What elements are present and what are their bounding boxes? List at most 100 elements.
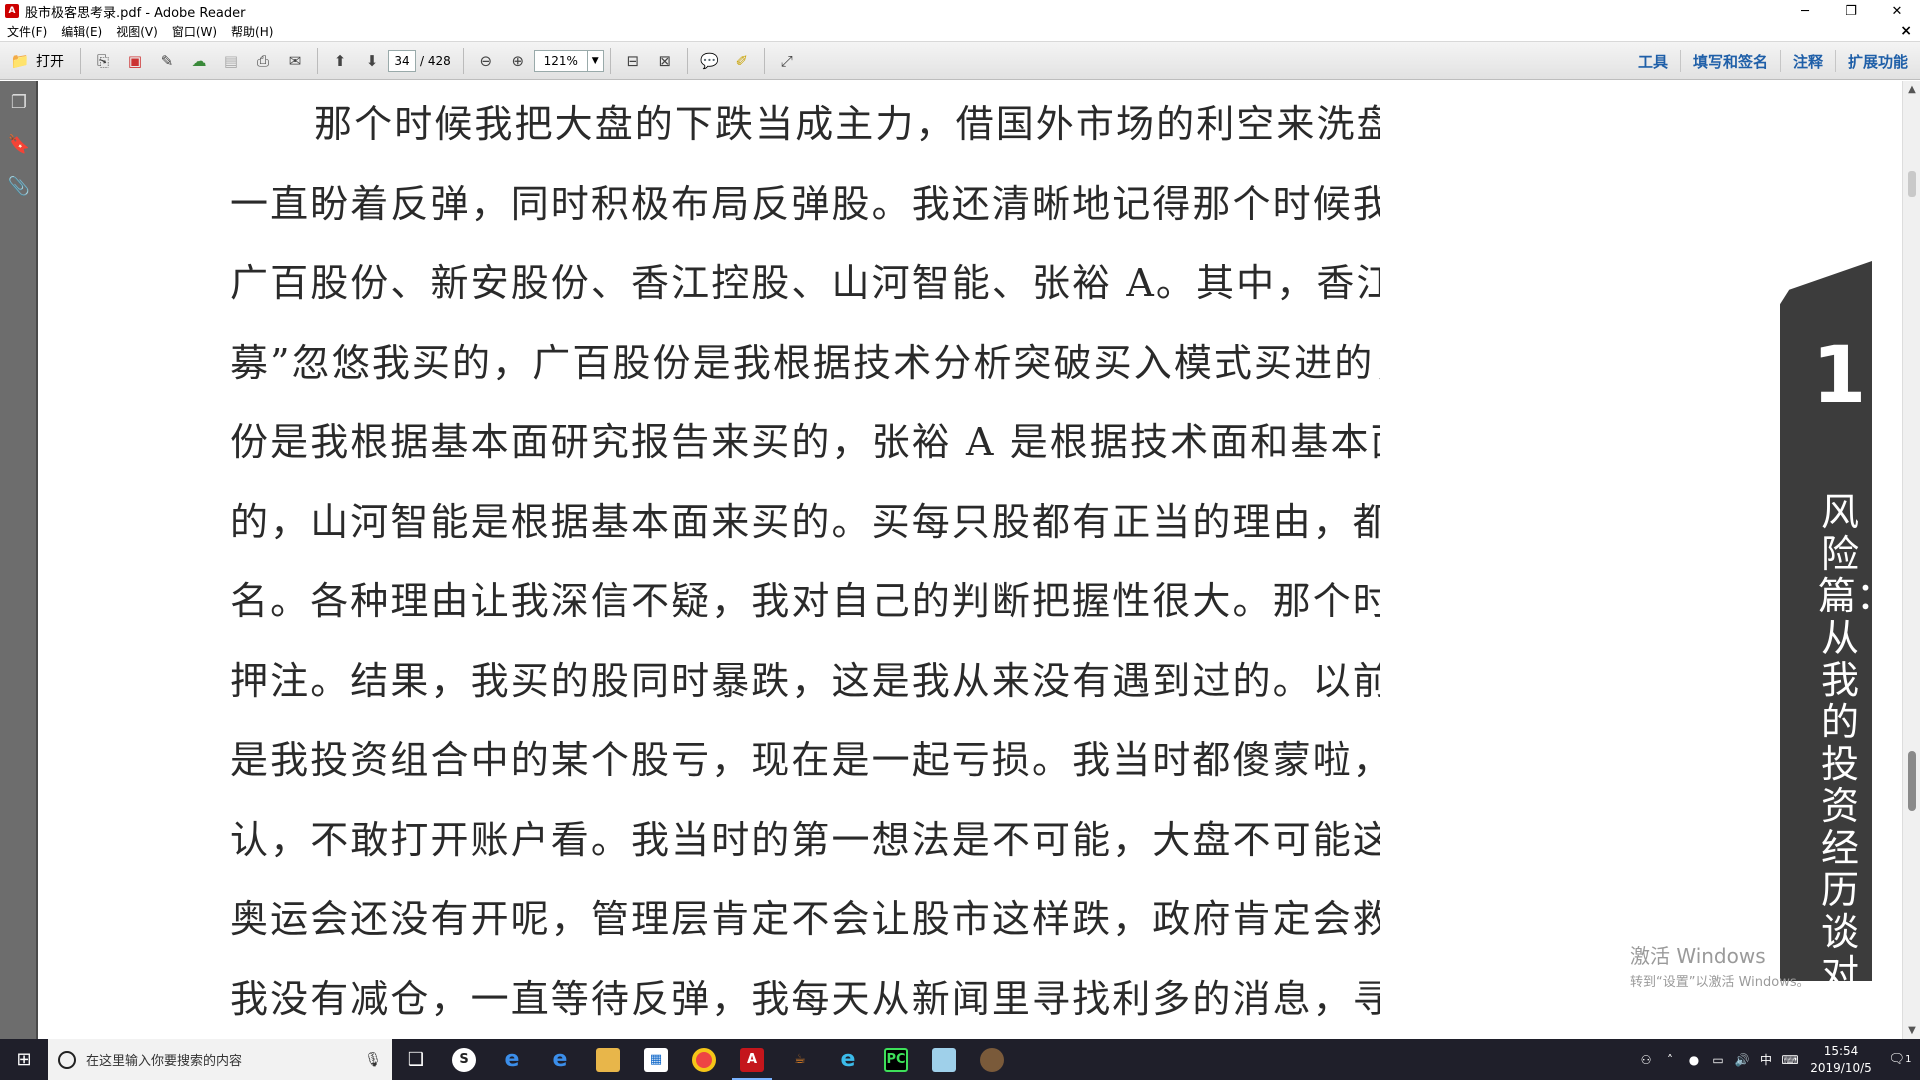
menu-file[interactable]: 文件(F)	[0, 23, 54, 40]
edit-pdf-button[interactable]: ✎	[153, 47, 181, 75]
menu-help[interactable]: 帮助(H)	[224, 23, 280, 40]
taskbar-app-store[interactable]: ▦	[632, 1039, 680, 1080]
text-line: 奥运会还没有开呢，管理层肯定不会让股市这样跌，政府肯定会救市。所以，	[230, 897, 1380, 941]
scroll-thumb[interactable]	[1908, 751, 1916, 811]
tray-app-icon[interactable]: ●	[1682, 1039, 1706, 1080]
taskbar-app-ie[interactable]: e	[488, 1039, 536, 1080]
toolbar: 📁 打开 ⎘ ▣ ✎ ☁ ▤ ⎙ ✉ ⬆ ⬇ 34 / 428 ⊖ ⊕ 121%…	[0, 42, 1920, 80]
fit-page-button[interactable]: ⊟	[619, 47, 647, 75]
fit-page-icon: ⊟	[626, 51, 640, 70]
create-pdf-button[interactable]: ⎘	[89, 47, 117, 75]
separator	[80, 47, 81, 74]
close-document-button[interactable]: ×	[1900, 23, 1912, 39]
scroll-up-icon[interactable]: ▲	[1903, 81, 1920, 98]
comment-link[interactable]: 注释	[1779, 50, 1835, 72]
close-button[interactable]: ✕	[1874, 0, 1920, 22]
taskbar-app-notes[interactable]	[920, 1039, 968, 1080]
restore-button[interactable]: ❐	[1828, 0, 1874, 22]
keyboard-icon[interactable]: ⌨	[1778, 1039, 1802, 1080]
cloud-upload-icon: ☁	[191, 51, 207, 70]
folder-icon	[596, 1047, 620, 1072]
chapter-title: 风险篇：从我的投资经历谈对	[1818, 490, 1895, 996]
fit-width-icon: ⊠	[658, 51, 672, 70]
taskbar-app-pycharm[interactable]: PC	[872, 1039, 920, 1080]
page-number-input[interactable]: 34	[388, 49, 416, 72]
vertical-scrollbar[interactable]: ▲ ▼	[1902, 81, 1920, 1039]
taskbar-app-hub[interactable]: S	[440, 1039, 488, 1080]
menu-window[interactable]: 窗口(W)	[165, 23, 224, 40]
zoom-in-button[interactable]: ⊕	[504, 47, 532, 75]
extended-link[interactable]: 扩展功能	[1834, 50, 1920, 72]
clock[interactable]: 15:54 2019/10/5	[1802, 1043, 1880, 1077]
comment-button[interactable]: 💬	[696, 47, 724, 75]
taskbar-app-adobe-reader[interactable]: A	[728, 1039, 776, 1080]
bookmark-icon[interactable]: 🔖	[0, 123, 38, 165]
taskbar-app-explorer[interactable]	[584, 1039, 632, 1080]
page-thumbnails-icon[interactable]: ❐	[0, 81, 38, 123]
task-view-button[interactable]: ❑	[392, 1039, 440, 1080]
arrow-down-icon: ⬇	[365, 51, 379, 70]
chevron-down-icon[interactable]: ▼	[586, 50, 603, 71]
cortana-icon	[58, 1050, 76, 1069]
plus-circle-icon: ⊕	[511, 51, 525, 70]
volume-icon[interactable]: 🔊	[1730, 1039, 1754, 1080]
pycharm-icon: PC	[884, 1047, 908, 1072]
email-button[interactable]: ✉	[281, 47, 309, 75]
activation-watermark: 激活 Windows 转到“设置”以激活 Windows。	[1630, 940, 1810, 990]
fit-width-button[interactable]: ⊠	[651, 47, 679, 75]
notification-center-button[interactable]: 🗨 1	[1880, 1039, 1920, 1080]
taskbar-app-java[interactable]: ☕	[776, 1039, 824, 1080]
highlight-button[interactable]: ✐	[728, 47, 756, 75]
clock-date: 2019/10/5	[1810, 1060, 1872, 1075]
activation-title: 激活 Windows	[1630, 944, 1766, 968]
pencil-icon: ✎	[160, 51, 174, 70]
search-box[interactable]: 在这里输入你要搜索的内容 🎙	[48, 1039, 392, 1080]
adobe-reader-icon: A	[740, 1047, 764, 1072]
network-icon[interactable]: ▭	[1706, 1039, 1730, 1080]
chevron-up-icon[interactable]: ˄	[1658, 1039, 1682, 1080]
text-line: 我没有减仓，一直等待反弹，我每天从新闻里寻找利多的消息，寻找股市反弹	[230, 976, 1380, 1021]
ime-indicator[interactable]: 中	[1754, 1039, 1778, 1080]
notes-icon	[932, 1047, 956, 1072]
document-view[interactable]: 那个时候我把大盘的下跌当成主力，借国外市场的利空来洗盘。我内心 一直盼着反弹，同…	[40, 81, 1902, 1039]
full-screen-button[interactable]: ⤢	[773, 47, 801, 75]
page-total: / 428	[420, 53, 451, 68]
save-button[interactable]: ▤	[217, 47, 245, 75]
export-pdf-button[interactable]: ▣	[121, 47, 149, 75]
upload-button[interactable]: ☁	[185, 47, 213, 75]
taskbar-app-ie2[interactable]: e	[824, 1039, 872, 1080]
taskbar-app-app[interactable]	[968, 1039, 1016, 1080]
text-line: 募”忽悠我买的，广百股份是我根据技术分析突破买入模式买进的，新安股	[230, 340, 1380, 385]
text-line: 那个时候我把大盘的下跌当成主力，借国外市场的利空来洗盘。我内心	[314, 102, 1380, 146]
scroll-down-icon[interactable]: ▼	[1903, 1022, 1920, 1039]
printer-icon: ⎙	[256, 51, 269, 70]
menu-edit[interactable]: 编辑(E)	[54, 23, 109, 40]
text-line: 广百股份、新安股份、香江控股、山河智能、张裕 A。其中，香江控股是“私	[230, 261, 1380, 305]
next-page-button[interactable]: ⬇	[358, 47, 386, 75]
taskbar-app-chrome[interactable]	[680, 1039, 728, 1080]
microphone-icon[interactable]: 🎙	[364, 1052, 382, 1068]
attachment-icon[interactable]: 📎	[0, 165, 38, 207]
taskbar-app-edge[interactable]: e	[536, 1039, 584, 1080]
open-button[interactable]: 📁 打开	[2, 47, 72, 75]
save-icon: ▤	[223, 51, 239, 70]
search-input[interactable]: 在这里输入你要搜索的内容	[86, 1050, 354, 1069]
zoom-out-button[interactable]: ⊖	[472, 47, 500, 75]
export-pdf-icon: ▣	[127, 51, 143, 70]
start-button[interactable]: ⊞	[0, 1039, 48, 1080]
notification-count: 1	[1905, 1054, 1912, 1065]
fill-sign-link[interactable]: 填写和签名	[1679, 50, 1780, 72]
minimize-button[interactable]: ─	[1782, 0, 1828, 22]
window-title: 股市极客思考录.pdf - Adobe Reader	[25, 5, 246, 21]
text-line: 押注。结果，我买的股同时暴跌，这是我从来没有遇到过的。以前亏损，顶多	[230, 658, 1380, 703]
zoom-select[interactable]: 121% ▼	[533, 49, 604, 72]
scroll-marker	[1908, 171, 1916, 197]
separator	[462, 47, 464, 74]
print-button[interactable]: ⎙	[249, 47, 277, 75]
tools-link[interactable]: 工具	[1626, 50, 1680, 72]
windows-logo-icon: ⊞	[16, 1049, 32, 1070]
people-icon[interactable]: ⚇	[1634, 1039, 1658, 1080]
adobe-reader-icon: A	[5, 4, 19, 18]
menu-view[interactable]: 视图(V)	[109, 23, 165, 40]
previous-page-button[interactable]: ⬆	[326, 47, 354, 75]
